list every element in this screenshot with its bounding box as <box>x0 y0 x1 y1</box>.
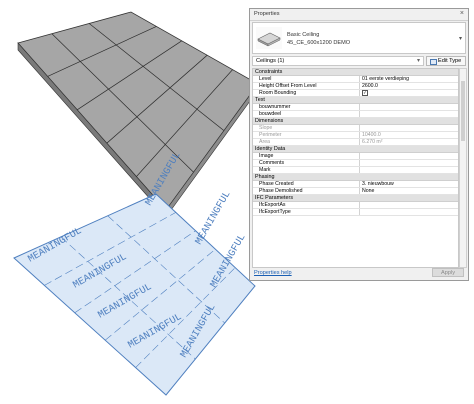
property-group-header[interactable]: IFC Parameters <box>253 195 458 202</box>
property-name: bouwnummer <box>259 104 291 110</box>
property-row: Phase Created 3. nieuwbouw <box>253 181 458 188</box>
close-icon[interactable]: × <box>460 10 464 17</box>
property-row: bouwdeel <box>253 111 458 118</box>
property-value: 10400.0 <box>359 132 458 138</box>
type-subname: 45_CE_600x1200 DEMO <box>287 40 351 46</box>
property-group-header[interactable]: Identity Data <box>253 146 458 153</box>
property-value[interactable] <box>359 111 458 117</box>
property-row: IfcExportType <box>253 209 458 216</box>
group-label: Phasing <box>255 174 275 180</box>
property-name: Phase Demolished <box>259 188 303 194</box>
property-name: Image <box>259 153 274 159</box>
property-row: Mark <box>253 167 458 174</box>
property-group-header[interactable]: Constraints <box>253 69 458 76</box>
chevron-down-icon[interactable]: ▾ <box>459 35 462 42</box>
property-row: Phase Demolished None <box>253 188 458 195</box>
property-value[interactable]: 2600.0 <box>359 83 458 89</box>
property-name: Height Offset From Level <box>259 83 317 89</box>
property-name: Comments <box>259 160 285 166</box>
property-row: Perimeter 10400.0 <box>253 132 458 139</box>
edit-type-label: Edit Type <box>438 58 462 64</box>
property-value[interactable]: None <box>359 188 458 194</box>
type-selector[interactable]: Basic Ceiling 45_CE_600x1200 DEMO ▾ <box>252 22 466 54</box>
property-row: Room Bounding ✓ <box>253 90 458 97</box>
property-row: bouwnummer <box>253 104 458 111</box>
property-group-header[interactable]: Text <box>253 97 458 104</box>
property-value[interactable] <box>359 202 458 208</box>
property-value: 6.270 m² <box>359 139 458 145</box>
property-value[interactable] <box>359 209 458 215</box>
property-grid: Constraints Level 01 eerste verdieping Heig… <box>252 68 459 268</box>
property-row: Slope <box>253 125 458 132</box>
edit-type-button[interactable]: Edit Type <box>426 56 466 66</box>
property-value[interactable] <box>359 160 458 166</box>
property-row: Level 01 eerste verdieping <box>253 76 458 83</box>
instance-filter-dropdown[interactable]: Ceilings (1) ▾ <box>252 56 424 66</box>
property-value[interactable] <box>359 104 458 110</box>
group-label: Constraints <box>255 69 283 75</box>
property-name: Area <box>259 139 270 145</box>
properties-help-link[interactable]: Properties help <box>254 270 292 276</box>
group-label: Identity Data <box>255 146 286 152</box>
property-name: Mark <box>259 167 271 173</box>
property-name: IfcExportAs <box>259 202 286 208</box>
property-name: Perimeter <box>259 132 282 138</box>
property-value[interactable] <box>359 153 458 159</box>
property-name: bouwdeel <box>259 111 282 117</box>
instance-filter-label: Ceilings (1) <box>256 58 285 64</box>
property-row: IfcExportAs <box>253 202 458 209</box>
group-label: Dimensions <box>255 118 284 124</box>
property-name: Level <box>259 76 272 82</box>
type-name: Basic Ceiling <box>287 32 320 38</box>
plan-watermark-text: MEANINGFUL <box>194 190 234 247</box>
blue-ceiling-plan[interactable]: MEANINGFULMEANINGFULMEANINGFULMEANINGFUL… <box>13 151 256 396</box>
property-name: Slope <box>259 125 273 131</box>
property-row: Comments <box>253 160 458 167</box>
properties-panel: Properties × Basic Ceiling 45_CE_600x120… <box>249 8 469 281</box>
property-group-header[interactable]: Dimensions <box>253 118 458 125</box>
property-row: Area 6.270 m² <box>253 139 458 146</box>
group-label: Text <box>255 97 265 103</box>
group-label: IFC Parameters <box>255 195 294 201</box>
scrollbar-thumb[interactable] <box>461 81 465 141</box>
properties-title: Properties <box>254 11 280 17</box>
apply-button[interactable]: Apply <box>432 268 464 277</box>
property-value[interactable] <box>359 167 458 173</box>
property-value[interactable]: 3. nieuwbouw <box>359 181 458 187</box>
property-name: Phase Created <box>259 181 294 187</box>
chevron-down-icon: ▾ <box>416 58 420 64</box>
property-name: IfcExportType <box>259 209 291 215</box>
property-name: Room Bounding <box>259 90 297 96</box>
property-group-header[interactable]: Phasing <box>253 174 458 181</box>
properties-titlebar[interactable]: Properties × <box>250 9 468 21</box>
property-value <box>359 125 458 131</box>
gray-ceiling-3d[interactable] <box>17 11 259 218</box>
property-grid-scrollbar[interactable] <box>459 68 467 268</box>
property-value[interactable]: 01 eerste verdieping <box>359 76 458 82</box>
property-row: Image <box>253 153 458 160</box>
property-value[interactable]: ✓ <box>359 90 458 96</box>
ceiling-type-icon <box>256 27 282 49</box>
property-row: Height Offset From Level 2600.0 <box>253 83 458 90</box>
room-bounding-checkbox[interactable]: ✓ <box>362 90 368 96</box>
edit-type-icon <box>430 59 437 65</box>
